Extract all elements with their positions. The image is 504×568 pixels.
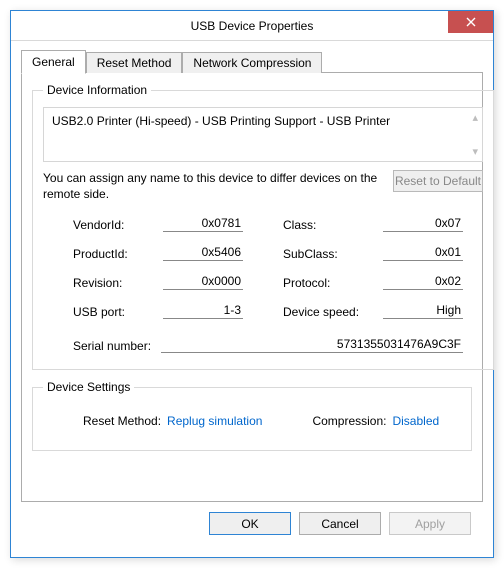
device-settings-group: Device Settings Reset Method: Replug sim… [32,380,472,451]
compression-value[interactable]: Disabled [392,414,439,428]
vendor-id-label: VendorId: [73,218,163,232]
titlebar: USB Device Properties [11,11,493,41]
product-id-value: 0x5406 [163,245,243,261]
reset-method-label: Reset Method: [83,414,161,428]
reset-method-pair: Reset Method: Replug simulation [83,414,262,428]
dialog-body: General Reset Method Network Compression… [11,41,493,557]
product-id-label: ProductId: [73,247,163,261]
close-button[interactable] [448,11,493,33]
cancel-button[interactable]: Cancel [299,512,381,535]
device-name-input[interactable]: USB2.0 Printer (Hi-speed) - USB Printing… [43,107,483,162]
usb-port-value: 1-3 [163,303,243,319]
window-title: USB Device Properties [191,19,314,33]
usb-port-label: USB port: [73,305,163,319]
scroll-down-icon[interactable]: ▾ [472,145,478,158]
apply-button[interactable]: Apply [389,512,471,535]
assign-help-text: You can assign any name to this device t… [43,170,383,202]
close-icon [466,17,476,27]
device-properties-grid: VendorId: 0x0781 Class: 0x07 ProductId: … [43,212,483,323]
serial-label: Serial number: [73,339,151,353]
device-speed-value: High [383,303,463,319]
ok-button[interactable]: OK [209,512,291,535]
device-settings-row: Reset Method: Replug simulation Compress… [43,404,461,438]
tab-general[interactable]: General [21,50,86,74]
class-label: Class: [283,218,383,232]
subclass-label: SubClass: [283,247,383,261]
device-settings-legend: Device Settings [43,380,134,394]
vendor-id-value: 0x0781 [163,216,243,232]
compression-pair: Compression: Disabled [312,414,439,428]
scroll-up-icon[interactable]: ▴ [472,111,478,124]
reset-method-value[interactable]: Replug simulation [167,414,262,428]
tab-reset-method[interactable]: Reset Method [86,52,183,73]
serial-row: Serial number: 5731355031476A9C3F [43,323,483,357]
subclass-value: 0x01 [383,245,463,261]
protocol-value: 0x02 [383,274,463,290]
tab-network-compression[interactable]: Network Compression [182,52,322,73]
tab-panel-general: Device Information USB2.0 Printer (Hi-sp… [21,72,483,502]
assign-row: You can assign any name to this device t… [43,170,483,202]
device-information-group: Device Information USB2.0 Printer (Hi-sp… [32,83,494,370]
revision-value: 0x0000 [163,274,243,290]
compression-label: Compression: [312,414,386,428]
tab-strip: General Reset Method Network Compression [21,50,483,73]
dialog-window: USB Device Properties General Reset Meth… [10,10,494,558]
serial-value: 5731355031476A9C3F [161,337,463,353]
class-value: 0x07 [383,216,463,232]
protocol-label: Protocol: [283,276,383,290]
dialog-footer: OK Cancel Apply [21,502,483,547]
device-information-legend: Device Information [43,83,151,97]
revision-label: Revision: [73,276,163,290]
device-name-text: USB2.0 Printer (Hi-speed) - USB Printing… [52,114,390,128]
device-speed-label: Device speed: [283,305,383,319]
reset-to-default-button[interactable]: Reset to Default [393,170,483,192]
